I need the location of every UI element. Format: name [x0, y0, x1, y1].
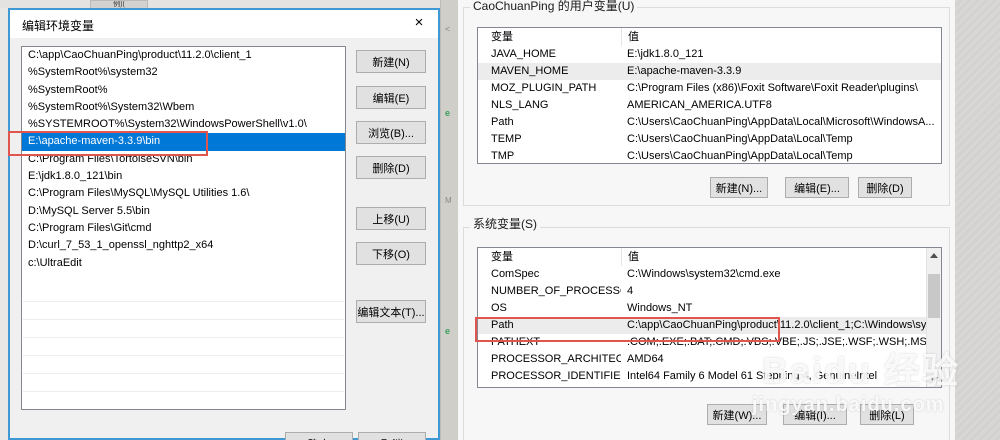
background-squeezed-strip: < e M e — [440, 0, 459, 440]
list-item[interactable]: D:\curl_7_53_1_openssl_nghttp2_x64 — [22, 237, 345, 254]
list-item[interactable]: C:\Program Files\Git\cmd — [22, 220, 345, 237]
list-item[interactable]: C:\app\CaoChuanPing\product\11.2.0\clien… — [22, 47, 345, 64]
column-header[interactable]: 变量 — [478, 248, 621, 266]
path-list[interactable]: C:\app\CaoChuanPing\product\11.2.0\clien… — [21, 46, 346, 410]
variable-value: C:\Windows\system32\cmd.exe — [627, 268, 781, 280]
table-row[interactable]: ComSpec C:\Windows\system32\cmd.exe — [478, 266, 927, 283]
screenshot-root: 例)( < e M e 编辑环境变量 × C:\app\CaoChuanPing… — [0, 0, 1000, 440]
delete-button[interactable]: 删除(D) — [356, 156, 426, 179]
user-edit-button[interactable]: 编辑(E)... — [785, 177, 849, 198]
table-row[interactable]: MAVEN_HOME E:\apache-maven-3.3.9 — [478, 63, 941, 80]
column-header[interactable]: 值 — [621, 248, 927, 266]
edit-text-button[interactable]: 编辑文本(T)... — [356, 300, 426, 323]
list-item[interactable]: c:\UltraEdit — [22, 255, 345, 272]
desktop-background — [955, 0, 1000, 440]
cancel-button[interactable]: 取消 — [358, 432, 426, 440]
variable-value: AMERICAN_AMERICA.UTF8 — [627, 99, 772, 111]
background-artifact: e — [445, 108, 451, 118]
list-item[interactable]: E:\jdk1.8.0_121\bin — [22, 168, 345, 185]
system-delete-button[interactable]: 删除(L) — [860, 404, 914, 425]
variable-value: C:\Users\CaoChuanPing\AppData\Local\Micr… — [627, 116, 935, 128]
variable-name: JAVA_HOME — [491, 48, 556, 60]
scrollbar[interactable] — [926, 248, 941, 387]
variable-value: C:\Program Files (x86)\Foxit Software\Fo… — [627, 82, 918, 94]
variable-value: E:\apache-maven-3.3.9 — [627, 65, 742, 77]
variable-value: 4 — [627, 285, 634, 297]
variable-name: Path — [491, 116, 514, 128]
list-item[interactable]: %SystemRoot%\System32\Wbem — [22, 99, 345, 116]
variable-name: ComSpec — [491, 268, 540, 280]
variable-name: NUMBER_OF_PROCESSORS — [491, 285, 621, 297]
variable-name: MOZ_PLUGIN_PATH — [491, 82, 597, 94]
variable-name: OS — [491, 302, 507, 314]
annotation-box-system-path — [475, 317, 780, 342]
variable-name: PROCESSOR_IDENTIFIER — [491, 370, 621, 382]
user-variables-label: CaoChuanPing 的用户变量(U) — [470, 0, 638, 14]
empty-rows — [23, 284, 344, 409]
table-row[interactable]: Path C:\Users\CaoChuanPing\AppData\Local\… — [478, 114, 941, 131]
ok-button[interactable]: 确定 — [285, 432, 353, 440]
user-new-button[interactable]: 新建(N)... — [710, 177, 768, 198]
variable-value: AMD64 — [627, 353, 664, 365]
table-row[interactable]: JAVA_HOME E:\jdk1.8.0_121 — [478, 46, 941, 63]
list-item[interactable]: %SystemRoot% — [22, 82, 345, 99]
background-artifact: e — [445, 326, 451, 336]
dialog-title: 编辑环境变量 — [22, 19, 95, 33]
table-row[interactable]: TEMP C:\Users\CaoChuanPing\AppData\Local\… — [478, 131, 941, 148]
variable-value: C:\Users\CaoChuanPing\AppData\Local\Temp — [627, 150, 853, 162]
scrollbar-thumb[interactable] — [928, 274, 940, 318]
dialog-titlebar[interactable]: 编辑环境变量 × — [10, 10, 438, 38]
list-item[interactable]: D:\MySQL Server 5.5\bin — [22, 203, 345, 220]
table-row[interactable]: NLS_LANG AMERICAN_AMERICA.UTF8 — [478, 97, 941, 114]
background-artifact: < — [445, 24, 451, 34]
annotation-box-maven-bin — [8, 131, 208, 156]
system-new-button[interactable]: 新建(W)... — [707, 404, 767, 425]
system-edit-button[interactable]: 编辑(I)... — [783, 404, 847, 425]
variable-name: TMP — [491, 150, 515, 162]
table-row[interactable]: TMP C:\Users\CaoChuanPing\AppData\Local\T… — [478, 148, 941, 163]
background-tab-fragment: 例)( — [90, 0, 148, 8]
new-button[interactable]: 新建(N) — [356, 50, 426, 73]
scroll-up-icon[interactable] — [927, 248, 941, 263]
table-row[interactable]: MOZ_PLUGIN_PATH C:\Program Files (x86)\Fo… — [478, 80, 941, 97]
column-header[interactable]: 变量 — [478, 28, 621, 46]
close-icon[interactable]: × — [404, 12, 434, 34]
scroll-down-icon[interactable] — [927, 372, 941, 387]
system-variables-label: 系统变量(S) — [470, 215, 540, 232]
move-up-button[interactable]: 上移(U) — [356, 207, 426, 230]
table-row[interactable]: OS Windows_NT — [478, 300, 927, 317]
column-header[interactable]: 值 — [621, 28, 941, 46]
environment-variables-window: CaoChuanPing 的用户变量(U) 变量值 JAVA_HOME E:\jdk… — [458, 0, 955, 440]
list-item[interactable]: %SystemRoot%\system32 — [22, 64, 345, 81]
background-window-strip: 例)( — [0, 0, 440, 8]
variable-value: Windows_NT — [627, 302, 693, 314]
variable-value: Intel64 Family 6 Model 61 Stepping 4, Ge… — [627, 370, 878, 382]
move-down-button[interactable]: 下移(O) — [356, 242, 426, 265]
edit-button[interactable]: 编辑(E) — [356, 86, 426, 109]
variable-name: TEMP — [491, 133, 522, 145]
user-variables-table[interactable]: 变量值 JAVA_HOME E:\jdk1.8.0_121 MAVEN_HOME E:\… — [477, 27, 942, 164]
list-item[interactable]: C:\Program Files\MySQL\MySQL Utilities 1… — [22, 185, 345, 202]
variable-name: PROCESSOR_ARCHITECT... — [491, 353, 621, 365]
table-row[interactable]: PROCESSOR_ARCHITECT... AMD64 — [478, 351, 927, 368]
variable-name: NLS_LANG — [491, 99, 549, 111]
table-row[interactable]: NUMBER_OF_PROCESSORS 4 — [478, 283, 927, 300]
user-delete-button[interactable]: 删除(D) — [858, 177, 912, 198]
background-artifact: M — [445, 196, 452, 205]
edit-env-variable-dialog: 编辑环境变量 × C:\app\CaoChuanPing\product\11.… — [8, 8, 440, 440]
variable-value: E:\jdk1.8.0_121 — [627, 48, 704, 60]
browse-button[interactable]: 浏览(B)... — [356, 121, 426, 144]
table-row[interactable]: PROCESSOR_IDENTIFIER Intel64 Family 6 Mod… — [478, 368, 927, 385]
variable-name: MAVEN_HOME — [491, 65, 569, 77]
variable-value: C:\Users\CaoChuanPing\AppData\Local\Temp — [627, 133, 853, 145]
